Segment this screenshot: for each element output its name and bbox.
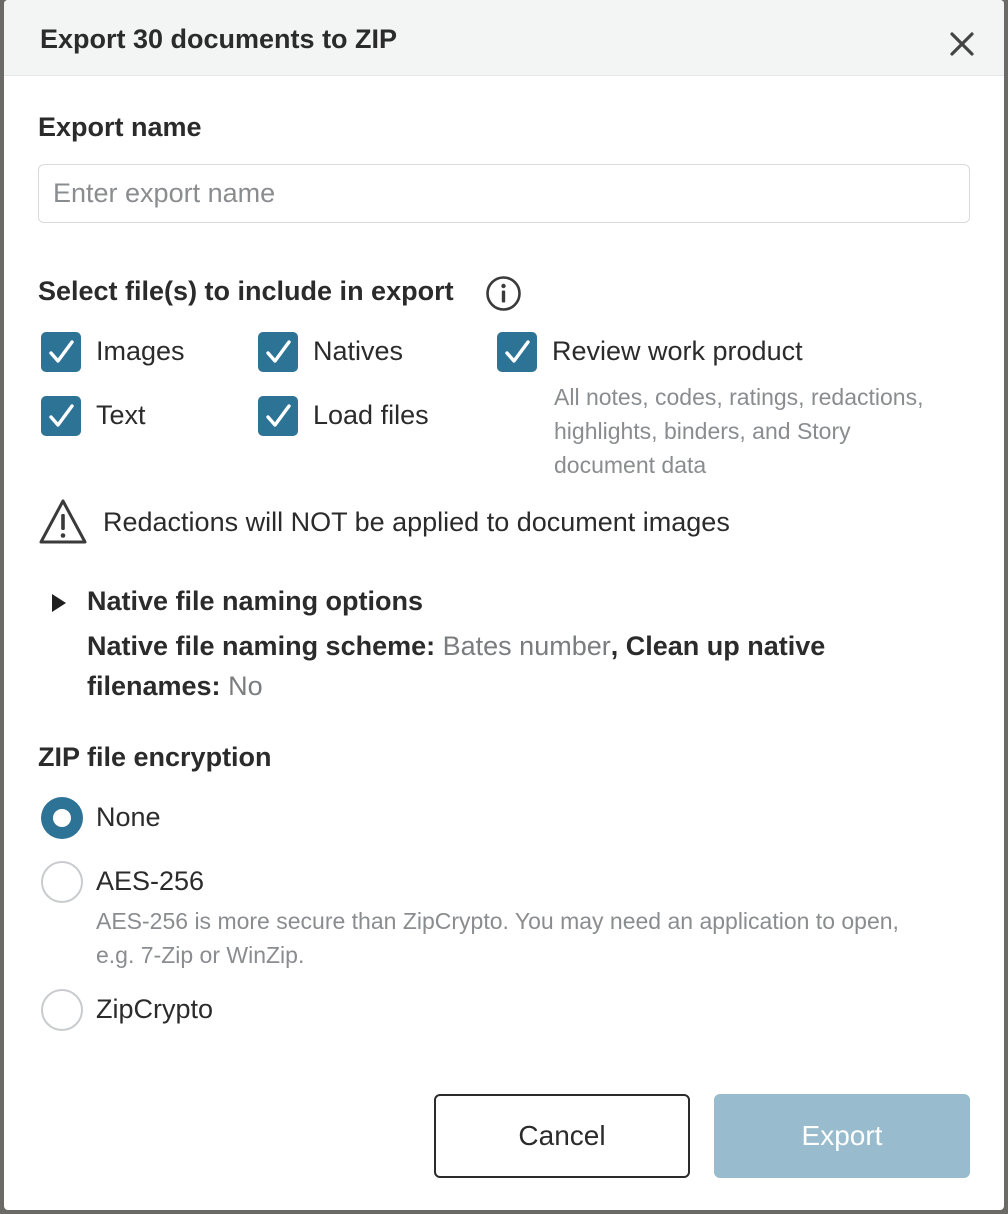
native-naming-summary: Native file naming scheme: Bates number,… (87, 626, 947, 706)
naming-scheme-value: Bates number (442, 631, 611, 661)
radio-none-label[interactable]: None (96, 802, 161, 833)
images-checkbox[interactable] (41, 332, 81, 372)
checkmark-icon (266, 340, 291, 363)
info-icon[interactable] (485, 275, 522, 312)
files-section-label: Select file(s) to include in export (38, 276, 454, 306)
text-checkbox[interactable] (41, 396, 81, 436)
dialog-header: Export 30 documents to ZIP (4, 0, 1004, 76)
caret-right-icon (52, 594, 66, 612)
load-files-checkbox[interactable] (258, 396, 298, 436)
dialog-title: Export 30 documents to ZIP (40, 24, 398, 54)
cancel-button[interactable]: Cancel (434, 1094, 690, 1178)
checkmark-icon (505, 340, 530, 363)
review-work-product-checkbox[interactable] (497, 332, 537, 372)
radio-none[interactable] (41, 797, 83, 839)
radio-aes-256-label[interactable]: AES-256 (96, 866, 204, 897)
radio-zipcrypto-label[interactable]: ZipCrypto (96, 994, 213, 1025)
cleanup-value: No (228, 671, 263, 701)
natives-label[interactable]: Natives (313, 336, 403, 367)
native-naming-toggle[interactable]: Native file naming options (51, 586, 501, 622)
export-name-input[interactable] (38, 164, 970, 223)
export-button[interactable]: Export (714, 1094, 970, 1178)
naming-scheme-label: Native file naming scheme: (87, 631, 436, 661)
images-label[interactable]: Images (96, 336, 185, 367)
native-naming-label: Native file naming options (87, 586, 424, 616)
checkmark-icon (49, 404, 74, 427)
close-icon (950, 32, 974, 56)
natives-checkbox[interactable] (258, 332, 298, 372)
export-name-label: Export name (38, 112, 202, 142)
warning-icon (39, 499, 87, 544)
aes-256-note: AES-256 is more secure than ZipCrypto. Y… (96, 908, 899, 968)
encryption-section-label: ZIP file encryption (38, 742, 272, 772)
checkmark-icon (49, 340, 74, 363)
radio-zipcrypto[interactable] (41, 989, 83, 1031)
redactions-warning-text: Redactions will NOT be applied to docume… (103, 507, 730, 537)
review-work-product-label[interactable]: Review work product (552, 336, 803, 367)
text-label[interactable]: Text (96, 400, 146, 431)
load-files-label[interactable]: Load files (313, 400, 429, 431)
checkmark-icon (266, 404, 291, 427)
radio-aes-256[interactable] (41, 861, 83, 903)
review-work-product-note: All notes, codes, ratings, redactions, h… (554, 384, 924, 478)
close-button[interactable] (944, 26, 980, 62)
export-dialog: Export 30 documents to ZIP Export name S… (4, 0, 1004, 1210)
